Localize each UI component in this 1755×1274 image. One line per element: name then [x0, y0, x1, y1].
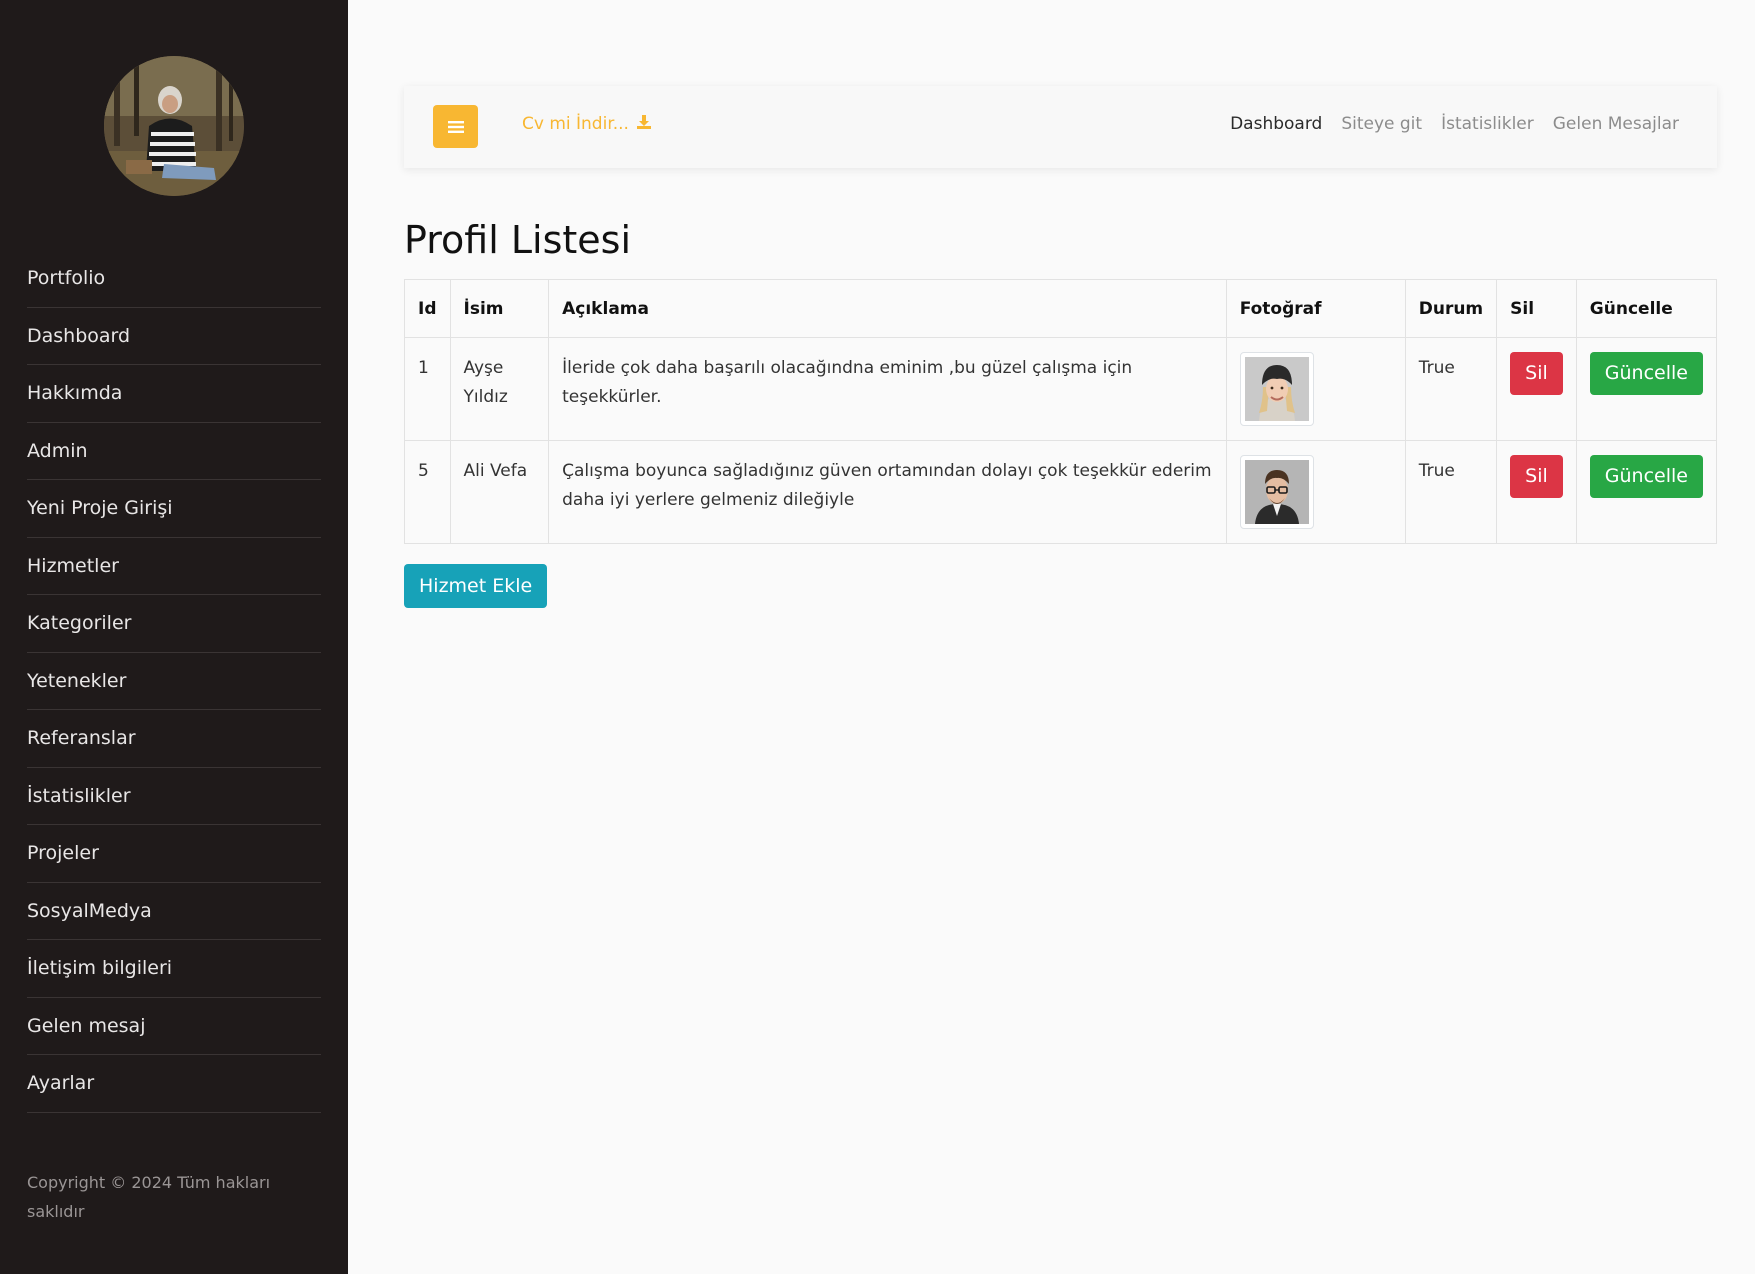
cell-name: Ali Vefa [449, 440, 550, 544]
column-header-sil: Sil [1496, 279, 1577, 338]
column-header-isim: İsim [449, 279, 550, 338]
table-header-row: Id İsim Açıklama Fotoğraf Durum Sil Günc… [404, 279, 1718, 338]
column-header-id: Id [404, 279, 451, 338]
sidebar-item-hakkimda[interactable]: Hakkımda [27, 365, 321, 423]
cell-status: True [1404, 337, 1498, 441]
cell-update: Güncelle [1575, 440, 1718, 544]
cell-name: Ayşe Yıldız [449, 337, 550, 441]
cell-update: Güncelle [1575, 337, 1718, 441]
cell-delete: Sil [1496, 440, 1577, 544]
cell-photo [1225, 337, 1406, 441]
cell-status: True [1404, 440, 1498, 544]
cv-download-label: Cv mi İndir... [522, 114, 629, 134]
profile-photo [1239, 352, 1314, 426]
column-header-fotograf: Fotoğraf [1225, 279, 1406, 338]
update-button[interactable]: Güncelle [1589, 352, 1703, 395]
update-button[interactable]: Güncelle [1589, 455, 1703, 498]
copyright-text: Copyright © 2024 Tüm hakları saklıdır [27, 1173, 271, 1221]
column-header-aciklama: Açıklama [548, 279, 1227, 338]
table-row: 1 Ayşe Yıldız İleride çok daha başarılı … [404, 337, 1718, 441]
sidebar-item-sosyalmedya[interactable]: SosyalMedya [27, 883, 321, 940]
sidebar-menu: Portfolio Dashboard Hakkımda Admin Yeni … [27, 250, 321, 1113]
cell-delete: Sil [1496, 337, 1577, 441]
page-title: Profil Listesi [404, 218, 632, 262]
sidebar-item-gelen-mesaj[interactable]: Gelen mesaj [27, 998, 321, 1055]
column-header-guncelle: Güncelle [1575, 279, 1718, 338]
sidebar-item-iletisim-bilgileri[interactable]: İletişim bilgileri [27, 940, 321, 998]
delete-button[interactable]: Sil [1510, 455, 1563, 498]
cell-description: Çalışma boyunca sağladığınız güven ortam… [548, 440, 1227, 544]
cv-download-link[interactable]: Cv mi İndir... [522, 114, 652, 134]
sidebar-item-projeler[interactable]: Projeler [27, 825, 321, 883]
sidebar-toggle-button[interactable] [433, 105, 478, 148]
delete-button[interactable]: Sil [1510, 352, 1563, 395]
sidebar-item-yetenekler[interactable]: Yetenekler [27, 653, 321, 710]
nav-link-siteye-git[interactable]: Siteye git [1341, 114, 1422, 134]
cell-id: 5 [404, 440, 451, 544]
sidebar-item-portfolio[interactable]: Portfolio [27, 250, 321, 308]
sidebar-item-yeni-proje-girisi[interactable]: Yeni Proje Girişi [27, 480, 321, 538]
profile-avatar [104, 56, 244, 196]
table-row: 5 Ali Vefa Çalışma boyunca sağladığınız … [404, 440, 1718, 544]
download-icon [637, 115, 652, 129]
nav-link-gelen-mesajlar[interactable]: Gelen Mesajlar [1553, 114, 1679, 134]
sidebar-item-ayarlar[interactable]: Ayarlar [27, 1055, 321, 1113]
sidebar-item-hizmetler[interactable]: Hizmetler [27, 538, 321, 595]
sidebar: Portfolio Dashboard Hakkımda Admin Yeni … [0, 0, 348, 1274]
main-content: Cv mi İndir... Dashboard Siteye git İsta… [348, 0, 1755, 1274]
top-navbar: Cv mi İndir... Dashboard Siteye git İsta… [404, 86, 1717, 168]
sidebar-item-kategoriler[interactable]: Kategoriler [27, 595, 321, 653]
nav-link-istatislikler[interactable]: İstatislikler [1441, 114, 1534, 134]
nav-link-dashboard[interactable]: Dashboard [1230, 114, 1322, 134]
sidebar-item-dashboard[interactable]: Dashboard [27, 308, 321, 365]
cell-description: İleride çok daha başarılı olacağındna em… [548, 337, 1227, 441]
hamburger-icon [447, 120, 464, 133]
profile-photo [1239, 455, 1314, 529]
cell-id: 1 [404, 337, 451, 441]
sidebar-item-admin[interactable]: Admin [27, 423, 321, 480]
column-header-durum: Durum [1404, 279, 1498, 338]
add-service-button[interactable]: Hizmet Ekle [404, 564, 548, 608]
profile-table: Id İsim Açıklama Fotoğraf Durum Sil Günc… [404, 279, 1718, 544]
sidebar-item-istatislikler[interactable]: İstatislikler [27, 768, 321, 825]
cell-photo [1225, 440, 1406, 544]
top-nav-links: Dashboard Siteye git İstatislikler Gelen… [1230, 114, 1679, 134]
sidebar-item-referanslar[interactable]: Referanslar [27, 710, 321, 768]
